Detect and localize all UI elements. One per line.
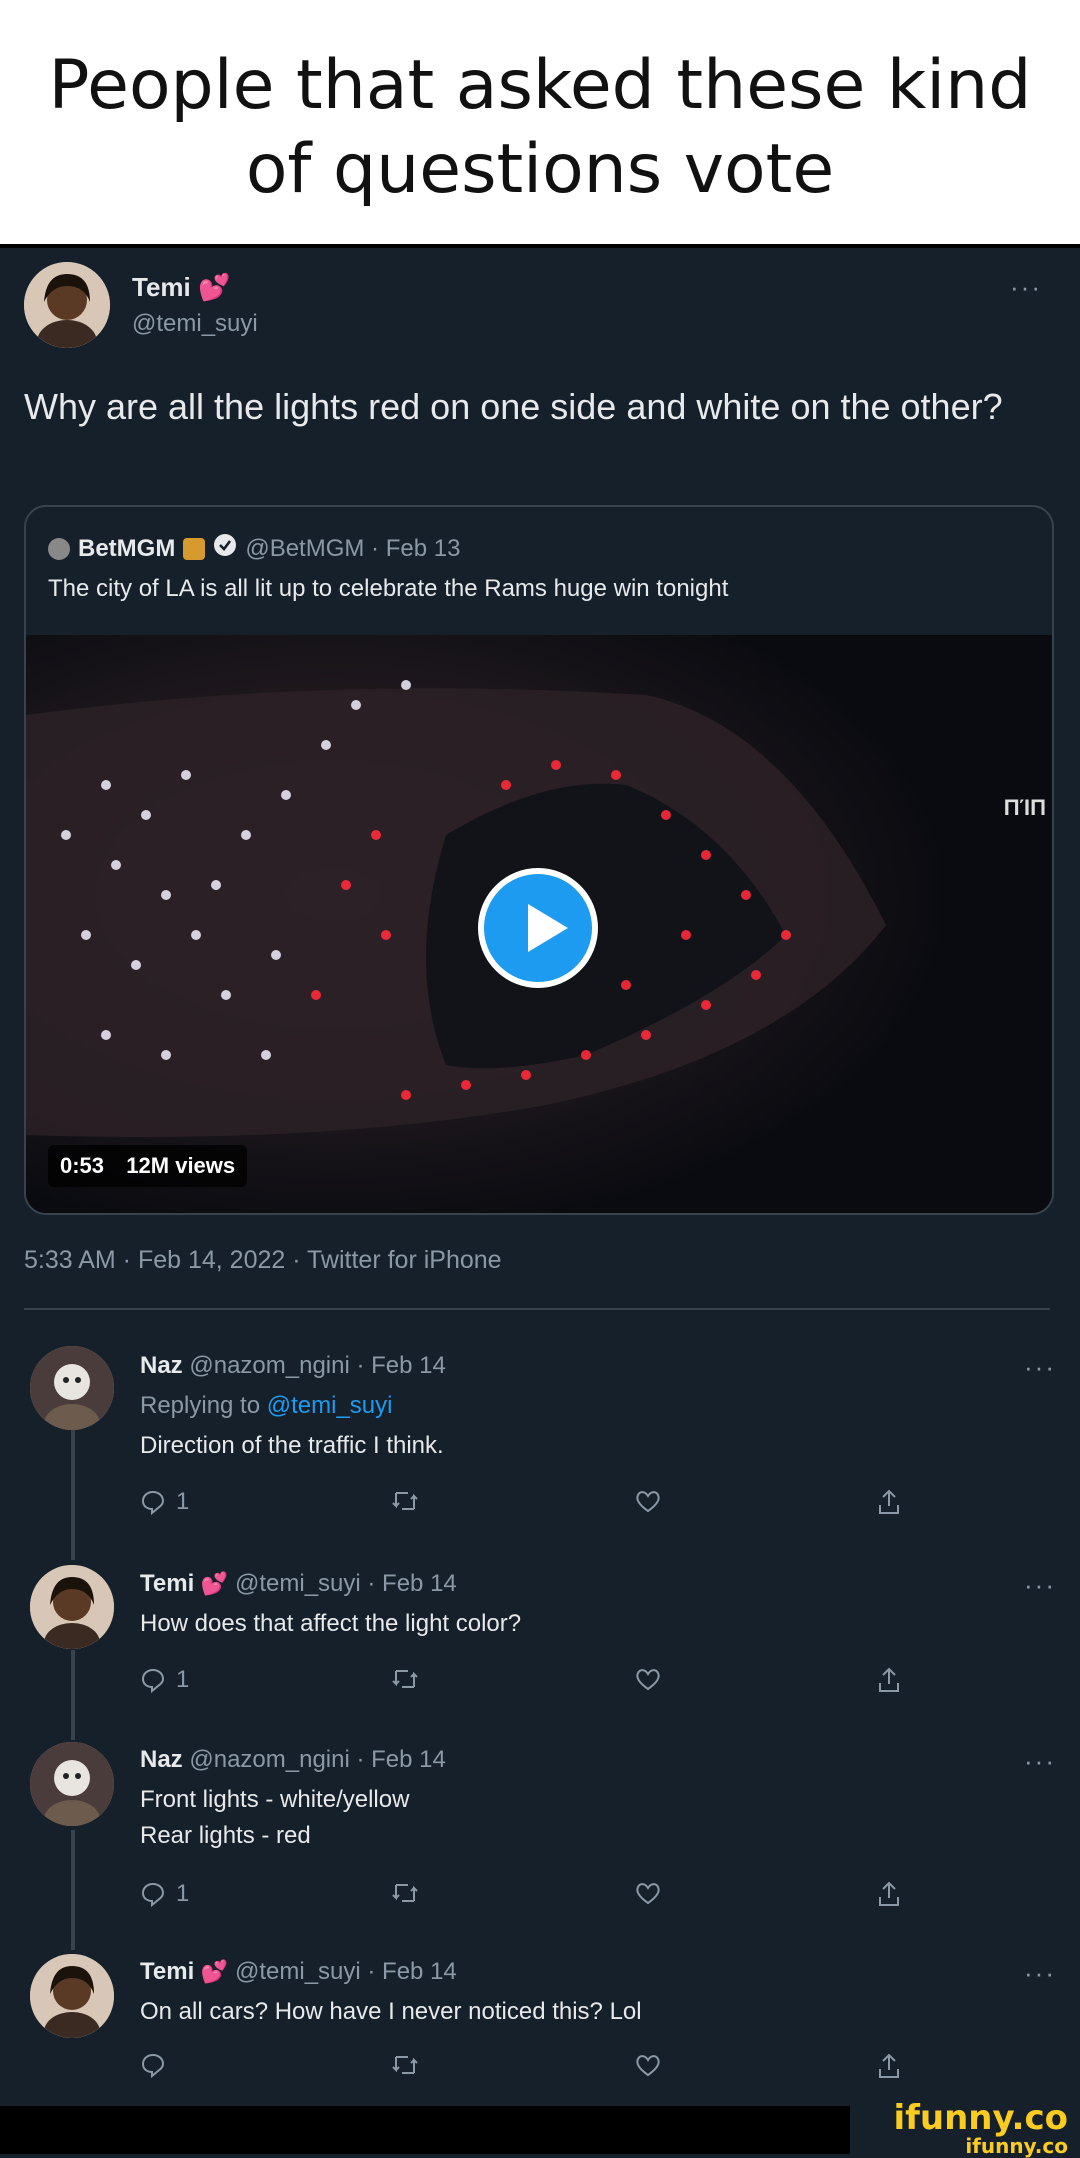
retweet-icon [390,1880,420,1906]
betmgm-logo-icon [48,537,70,560]
tweet-text: Why are all the lights red on one side a… [24,386,1003,427]
tweet-meta: 5:33 AM · Feb 14, 2022 · Twitter for iPh… [24,1246,502,1274]
watermark-primary: ifunny.co [893,2098,1068,2138]
divider [24,1308,1050,1310]
more-icon[interactable]: ··· [1024,1570,1056,1601]
quoted-text: The city of LA is all lit up to celebrat… [48,575,729,602]
reply-count: 1 [176,1666,190,1693]
hearts-emoji: 💕 [198,272,231,302]
video-duration: 0:53 [60,1153,105,1178]
action-bar: 1 [140,1488,920,1528]
reply-text: Direction of the traffic I think. [140,1432,444,1459]
more-icon[interactable]: ··· [1010,272,1042,303]
thread-line [71,1650,75,1740]
video-views: 12M views [126,1153,236,1178]
reply-button[interactable]: 1 [140,1880,189,1908]
share-button[interactable] [876,1488,902,1516]
quoted-handle-date[interactable]: @BetMGM · Feb 13 [245,535,460,563]
verified-icon [213,533,237,564]
caption-text: People that asked these kind of question… [48,46,1032,209]
more-icon[interactable]: ··· [1024,1352,1056,1383]
avatar[interactable] [30,1346,114,1430]
reply-button[interactable]: 1 [140,1666,189,1694]
retweet-button[interactable] [390,1666,420,1692]
meme-caption: People that asked these kind of question… [0,0,1080,244]
like-icon [634,1488,662,1514]
share-button[interactable] [876,1880,902,1908]
hearts-emoji: 💕 [200,1959,229,1984]
handle-date[interactable]: @nazom_ngini · Feb 14 [189,1746,446,1773]
like-icon [634,2052,662,2078]
share-icon [876,1488,902,1516]
video-player[interactable]: ΠΊΠ 0:53 12M views [26,635,1052,1213]
retweet-button[interactable] [390,2052,420,2078]
more-icon[interactable]: ··· [1024,1746,1056,1777]
quoted-author-name[interactable]: BetMGM [78,535,175,563]
reply-text: How does that affect the light color? [140,1610,522,1637]
overlay-sign: ΠΊΠ [1003,795,1046,820]
action-bar: 1 [140,1880,920,1920]
watermark-secondary: ifunny.co [965,2134,1068,2158]
like-button[interactable] [634,1666,662,1692]
footer-bar [0,2106,850,2154]
video-stats-badge: 0:53 12M views [48,1145,248,1187]
play-icon[interactable] [478,868,598,988]
like-icon [634,1880,662,1906]
like-button[interactable] [634,2052,662,2078]
reply-text: Rear lights - red [140,1822,311,1849]
author-name[interactable]: Temi [132,272,191,302]
lion-emoji-icon [183,537,206,560]
thread-line [71,1830,75,1950]
reply-icon [140,2052,166,2078]
avatar[interactable] [30,1954,114,2038]
quoted-tweet[interactable]: BetMGM @BetMGM · Feb 13 The city of LA i… [24,505,1054,1215]
reply-icon [140,1881,166,1907]
like-button[interactable] [634,1880,662,1906]
avatar[interactable] [24,262,110,348]
handle-date[interactable]: @temi_suyi · Feb 14 [235,1570,457,1597]
like-icon [634,1666,662,1692]
like-button[interactable] [634,1488,662,1514]
reply-count: 1 [176,1488,190,1515]
handle-date[interactable]: @temi_suyi · Feb 14 [235,1958,457,1985]
more-icon[interactable]: ··· [1024,1958,1056,1989]
replying-to-label: Replying to [140,1392,261,1419]
author-name[interactable]: Naz [140,1352,183,1379]
author-name[interactable]: Temi [140,1570,194,1597]
reply-button[interactable] [140,2052,176,2078]
reply-icon [140,1667,166,1693]
share-button[interactable] [876,2052,902,2080]
author-handle[interactable]: @temi_suyi [132,310,258,338]
reply-button[interactable]: 1 [140,1488,189,1516]
thread-line [71,1430,75,1560]
action-bar: 1 [140,1666,920,1706]
share-button[interactable] [876,1666,902,1694]
share-icon [876,2052,902,2080]
retweet-icon [390,2052,420,2078]
share-icon [876,1666,902,1694]
ifunny-watermark: ifunny.co ifunny.co [893,2100,1068,2156]
author-name[interactable]: Temi [140,1958,194,1985]
reply-text: Front lights - white/yellow [140,1786,410,1813]
retweet-icon [390,1666,420,1692]
retweet-icon [390,1488,420,1514]
action-bar [140,2052,920,2092]
retweet-button[interactable] [390,1880,420,1906]
hearts-emoji: 💕 [200,1571,229,1596]
retweet-button[interactable] [390,1488,420,1514]
avatar[interactable] [30,1742,114,1826]
handle-date[interactable]: @nazom_ngini · Feb 14 [189,1352,446,1379]
avatar[interactable] [30,1565,114,1649]
replying-to-link[interactable]: @temi_suyi [267,1392,393,1419]
reply-count: 1 [176,1880,190,1907]
share-icon [876,1880,902,1908]
author-name[interactable]: Naz [140,1746,183,1773]
reply-icon [140,1489,166,1515]
reply-text: On all cars? How have I never noticed th… [140,1998,642,2025]
